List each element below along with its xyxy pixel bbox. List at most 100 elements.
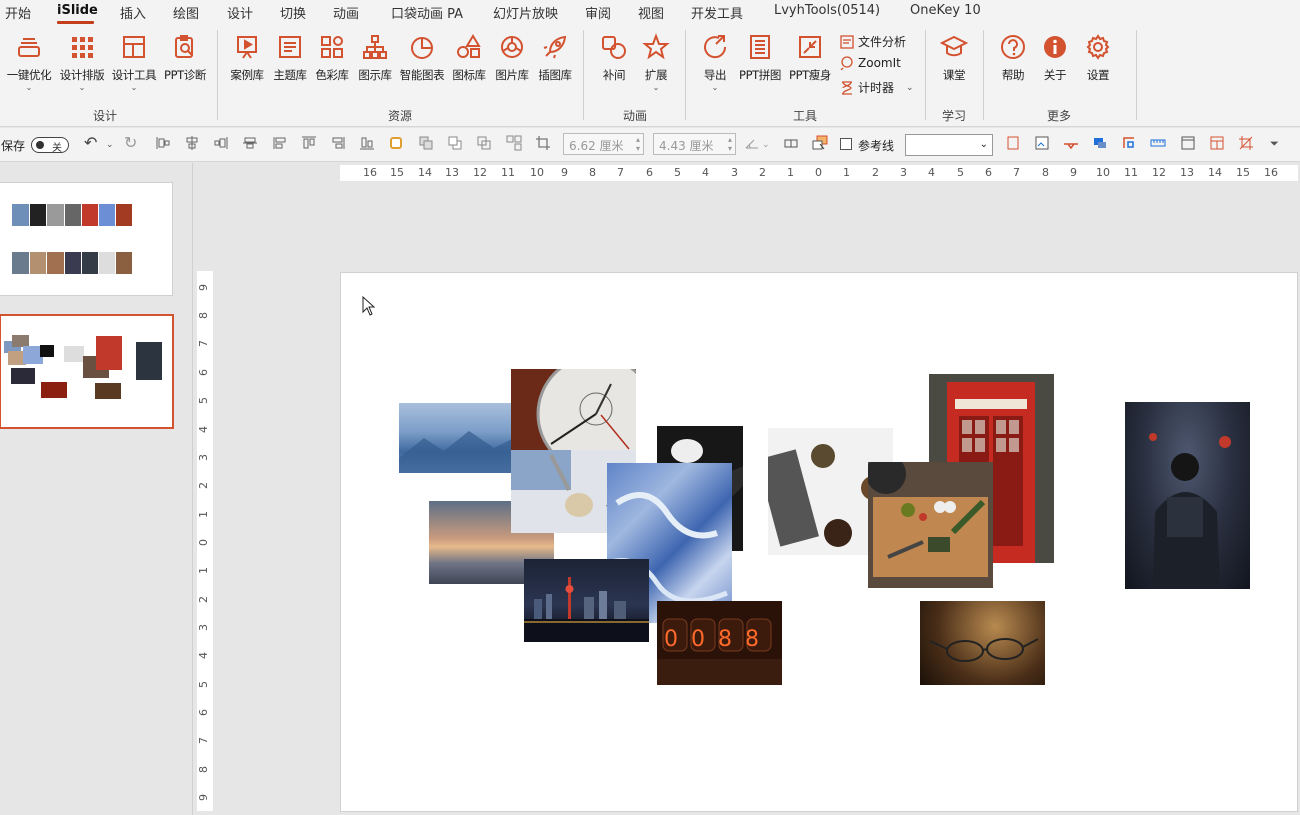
align-top-icon[interactable] <box>272 135 288 151</box>
window-icon[interactable] <box>1180 135 1196 151</box>
extend-label: 扩展 <box>644 68 668 82</box>
photo-food[interactable] <box>868 462 993 588</box>
align-middle-icon[interactable] <box>242 135 258 151</box>
align-left-icon[interactable] <box>155 135 171 151</box>
remove-crop-icon[interactable] <box>1238 135 1254 151</box>
timer-button[interactable]: 计时器 ⌄ <box>840 79 914 96</box>
ruler-label: 16 <box>1264 166 1278 179</box>
ruler-icon[interactable] <box>1150 135 1166 151</box>
frame-icon[interactable] <box>1005 135 1021 151</box>
text-box-icon[interactable] <box>783 135 799 151</box>
graduation-cap-icon <box>940 35 968 57</box>
ppt-collage-label: PPT拼图 <box>739 68 781 82</box>
tab-transitions[interactable]: 切换 <box>280 3 306 22</box>
tab-review[interactable]: 审阅 <box>585 3 611 22</box>
ppt-slim-button[interactable]: PPT瘦身 <box>782 33 838 83</box>
distribute-horizontal-icon[interactable] <box>301 135 317 151</box>
chevron-down-icon: ⌄ <box>906 82 914 93</box>
style-select[interactable]: ⌄ <box>905 134 993 156</box>
align-center-icon[interactable] <box>184 135 200 151</box>
zoomit-button[interactable]: ZoomIt <box>840 56 901 70</box>
shape-outline-icon[interactable] <box>388 135 404 151</box>
slide-thumbnail-pane <box>0 163 193 815</box>
design-layout-button[interactable]: 设计排版 ⌄ <box>54 33 110 92</box>
extend-button[interactable]: 扩展 ⌄ <box>628 33 684 92</box>
color-palette-icon <box>321 36 343 58</box>
bring-forward-icon[interactable] <box>418 135 434 151</box>
ruler-label: 7 <box>197 340 210 347</box>
customize-toolbar-icon[interactable]: ⏷ <box>1270 137 1279 151</box>
slide-canvas[interactable]: 0088 <box>340 272 1298 812</box>
export-arrow-icon <box>704 35 727 59</box>
tab-animations[interactable]: 动画 <box>333 3 359 22</box>
tab-pocket-animation[interactable]: 口袋动画 PA <box>391 3 463 22</box>
guides-checkbox[interactable] <box>840 138 852 150</box>
photo-watch[interactable] <box>511 369 636 459</box>
crop-icon[interactable] <box>535 135 551 151</box>
vertical-ruler: 9 8 7 6 5 4 3 2 1 0 1 2 3 4 5 6 7 8 9 <box>197 271 213 811</box>
layers-stack-icon[interactable] <box>1092 135 1108 151</box>
autosave-toggle[interactable]: 关 <box>31 137 69 154</box>
group-separator <box>685 30 686 120</box>
undo-icon[interactable]: ↶ <box>84 133 97 152</box>
rotate-icon[interactable] <box>744 135 760 151</box>
photo-city[interactable] <box>524 559 649 642</box>
align-right-icon[interactable] <box>213 135 229 151</box>
slide-thumbnail-1[interactable] <box>0 182 173 296</box>
ruler-label: 12 <box>473 166 487 179</box>
send-backward-icon[interactable] <box>447 135 463 151</box>
ppt-collage-button[interactable]: PPT拼图 <box>732 33 788 83</box>
brush-icon[interactable] <box>1063 135 1079 151</box>
illustration-library-button[interactable]: 插图库 <box>527 33 583 83</box>
tab-onekey[interactable]: OneKey 10 <box>910 3 981 18</box>
tab-insert[interactable]: 插入 <box>120 3 146 22</box>
tab-developer[interactable]: 开发工具 <box>691 3 743 22</box>
redo-icon[interactable]: ↻ <box>124 133 137 152</box>
slide-thumbnail-2[interactable] <box>0 314 174 429</box>
ruler-label: 13 <box>1180 166 1194 179</box>
group-objects-icon[interactable] <box>476 135 492 151</box>
chevron-down-icon[interactable]: ⌄ <box>106 140 114 150</box>
photo-mountains[interactable] <box>399 403 524 473</box>
align-bottom-icon[interactable] <box>359 135 375 151</box>
ruler-label: 6 <box>985 166 992 179</box>
image-frame-icon[interactable] <box>1034 135 1050 151</box>
settings-button[interactable]: 设置 <box>1070 33 1126 83</box>
one-click-optimize-button[interactable]: 一键优化 ⌄ <box>1 33 57 92</box>
chevron-down-icon[interactable]: ⌄ <box>762 140 770 150</box>
ungroup-objects-icon[interactable] <box>506 135 522 151</box>
tunnel-person <box>1149 433 1231 589</box>
photo-tunnel[interactable] <box>1125 402 1250 589</box>
ruler-label: 4 <box>702 166 709 179</box>
photo-glasses[interactable] <box>920 601 1045 685</box>
zoomit-label: ZoomIt <box>858 56 901 70</box>
aperture-icon <box>501 36 523 58</box>
height-input[interactable]: 4.43 厘米 ▴ ▾ <box>653 133 736 155</box>
ruler-label: 0 <box>815 166 822 179</box>
ruler-label: 13 <box>445 166 459 179</box>
select-pane-icon[interactable] <box>812 135 828 151</box>
photo-nixie[interactable]: 0088 <box>657 601 782 685</box>
nixie-digits: 0088 <box>664 627 772 652</box>
file-analysis-button[interactable]: 文件分析 <box>840 33 906 50</box>
width-input[interactable]: 6.62 厘米 ▴ ▾ <box>563 133 644 155</box>
tab-lvyhtools[interactable]: LvyhTools(0514) <box>774 3 880 18</box>
question-icon <box>1001 35 1025 59</box>
tab-islide[interactable]: iSlide <box>57 3 98 18</box>
tab-slideshow[interactable]: 幻灯片放映 <box>493 3 558 22</box>
height-value: 4.43 厘米 <box>659 139 714 153</box>
tab-design[interactable]: 设计 <box>227 3 253 22</box>
ruler-label: 10 <box>1096 166 1110 179</box>
classroom-button[interactable]: 课堂 <box>926 33 982 83</box>
tab-draw[interactable]: 绘图 <box>173 3 199 22</box>
ppt-diagnose-button[interactable]: PPT诊断 <box>157 33 213 83</box>
table-layout-icon[interactable] <box>1209 135 1225 151</box>
spinner-icon: ▴ ▾ <box>635 135 640 153</box>
ruler-label: 10 <box>530 166 544 179</box>
ruler-label: 1 <box>787 166 794 179</box>
distribute-vertical-icon[interactable] <box>330 135 346 151</box>
corner-align-icon[interactable] <box>1121 135 1137 151</box>
tab-home[interactable]: 开始 <box>5 3 31 22</box>
tab-view[interactable]: 视图 <box>638 3 664 22</box>
design-tools-button[interactable]: 设计工具 ⌄ <box>106 33 162 92</box>
